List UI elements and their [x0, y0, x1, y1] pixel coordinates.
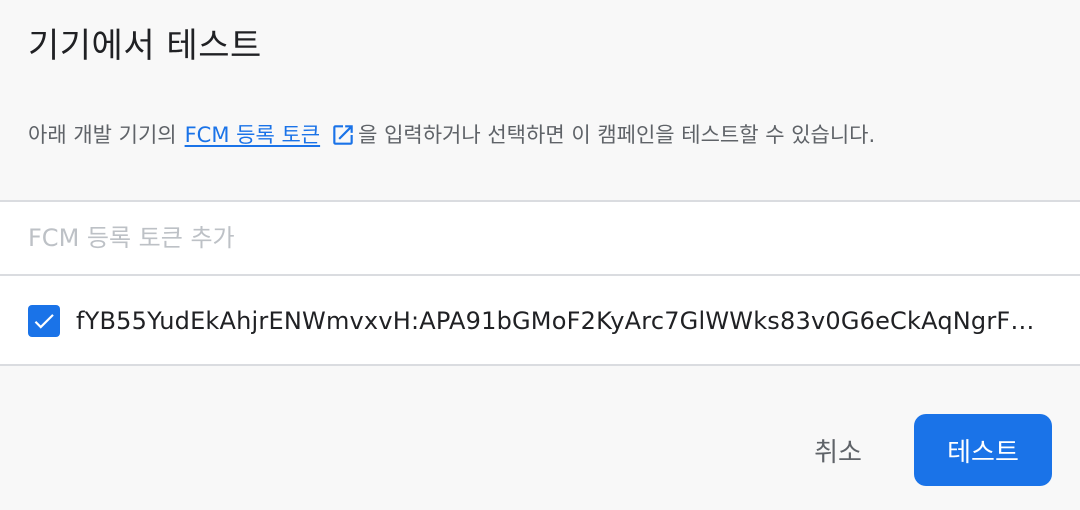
description-prefix: 아래 개발 기기의: [28, 123, 177, 147]
description-suffix: 을 입력하거나 선택하면 이 캠페인을 테스트할 수 있습니다.: [358, 123, 876, 147]
token-checkbox[interactable]: [28, 305, 60, 337]
open-in-new-icon[interactable]: [330, 122, 356, 148]
cancel-button[interactable]: 취소: [796, 414, 880, 486]
dialog-title: 기기에서 테스트: [28, 26, 262, 66]
check-icon: [34, 314, 54, 329]
test-button[interactable]: 테스트: [914, 414, 1052, 486]
token-input[interactable]: [0, 202, 1080, 276]
token-row[interactable]: fYB55YudEkAhjrENWmvxvH:APA91bGMoF2KyArc7…: [0, 278, 1080, 364]
dialog-description: 아래 개발 기기의 FCM 등록 토큰 을 입력하거나 선택하면 이 캠페인을 …: [28, 120, 875, 150]
fcm-token-link[interactable]: FCM 등록 토큰: [185, 120, 321, 150]
token-value: fYB55YudEkAhjrENWmvxvH:APA91bGMoF2KyArc7…: [76, 307, 1040, 335]
test-on-device-dialog: 기기에서 테스트 아래 개발 기기의 FCM 등록 토큰 을 입력하거나 선택하…: [0, 0, 1080, 510]
token-list: fYB55YudEkAhjrENWmvxvH:APA91bGMoF2KyArc7…: [0, 200, 1080, 366]
